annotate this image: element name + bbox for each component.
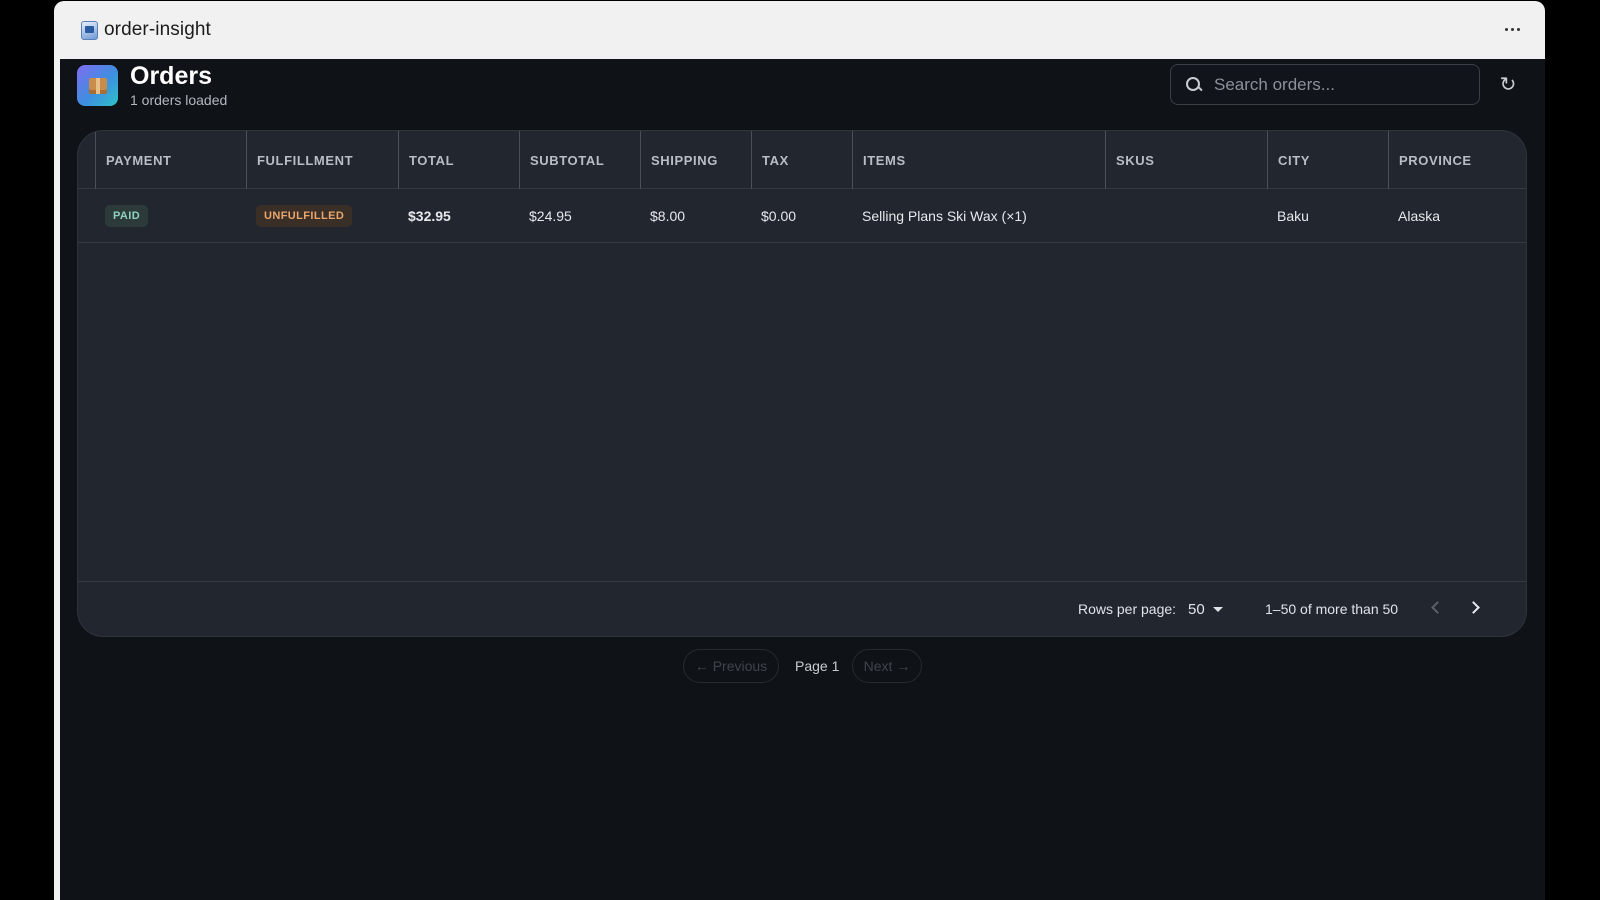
pagination-range: 1–50 of more than 50 <box>1265 601 1399 617</box>
table-row[interactable]: PAID UNFULFILLED $32.95 $24.95 $8.00 $0.… <box>78 189 1526 243</box>
column-header-fulfillment[interactable]: FULFILLMENT <box>246 131 398 189</box>
column-header-payment[interactable]: PAYMENT <box>95 131 246 189</box>
tax-cell: $0.00 <box>761 208 797 224</box>
rows-per-page-value: 50 <box>1188 600 1205 618</box>
search-box[interactable] <box>1170 64 1480 105</box>
table-pagination: Rows per page: 50 1–50 of more than 50 <box>78 581 1526 636</box>
next-page-button[interactable]: Next → <box>852 649 922 683</box>
table-header: PAYMENT FULFILLMENT TOTAL SUBTOTAL SHIPP… <box>78 131 1526 189</box>
column-header-tax[interactable]: TAX <box>751 131 852 189</box>
page-indicator: Page 1 <box>795 658 840 674</box>
total-cell: $32.95 <box>408 208 451 224</box>
column-header-skus[interactable]: SKUS <box>1105 131 1267 189</box>
chevron-right-icon[interactable] <box>1464 596 1488 620</box>
rows-per-page-label: Rows per page: <box>1078 601 1177 617</box>
chevron-left-icon[interactable] <box>1424 596 1448 620</box>
left-border <box>54 59 60 900</box>
previous-page-button[interactable]: ← Previous <box>683 649 779 683</box>
page-navigation: ← Previous Page 1 Next → <box>54 649 1545 685</box>
items-cell: Selling Plans Ski Wax (×1) <box>862 208 1027 224</box>
page-title: Orders <box>130 62 212 90</box>
title-bar: order-insight <box>54 1 1545 59</box>
column-header-subtotal[interactable]: SUBTOTAL <box>519 131 640 189</box>
search-icon <box>1185 76 1203 94</box>
main-content: Orders 1 orders loaded ↻ PAYMENT FULFILL… <box>54 59 1545 900</box>
app-icon <box>81 20 98 40</box>
refresh-icon[interactable]: ↻ <box>1497 74 1519 96</box>
window-title: order-insight <box>104 19 211 40</box>
city-cell: Baku <box>1277 208 1309 224</box>
app-window: order-insight Orders 1 orders loaded ↻ P… <box>54 1 1545 900</box>
caret-down-icon <box>1212 606 1223 612</box>
column-header-province[interactable]: PROVINCE <box>1388 131 1526 189</box>
province-cell: Alaska <box>1398 208 1441 224</box>
column-header-shipping[interactable]: SHIPPING <box>640 131 751 189</box>
package-box-icon <box>77 65 118 106</box>
fulfillment-cell: UNFULFILLED <box>256 189 353 243</box>
column-header-items[interactable]: ITEMS <box>852 131 1105 189</box>
fulfillment-status-badge: UNFULFILLED <box>256 205 353 227</box>
payment-status-badge: PAID <box>105 205 149 227</box>
search-input[interactable] <box>1214 74 1454 95</box>
rows-per-page-select[interactable]: 50 <box>1188 598 1223 620</box>
orders-count: 1 orders loaded <box>130 92 228 108</box>
more-options-icon[interactable] <box>1501 19 1523 39</box>
subtotal-cell: $24.95 <box>529 208 572 224</box>
shipping-cell: $8.00 <box>650 208 686 224</box>
payment-cell: PAID <box>105 189 149 243</box>
orders-table: PAYMENT FULFILLMENT TOTAL SUBTOTAL SHIPP… <box>77 130 1527 637</box>
column-header-total[interactable]: TOTAL <box>398 131 519 189</box>
column-header-city[interactable]: CITY <box>1267 131 1388 189</box>
